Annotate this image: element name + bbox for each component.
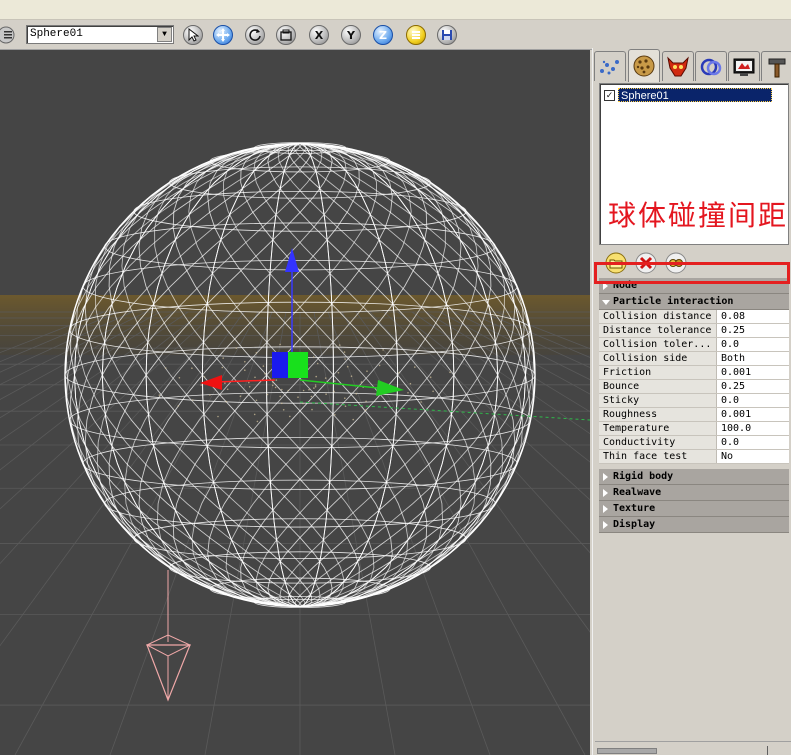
table-row[interactable]: Collision distance 0.08 xyxy=(599,310,789,324)
add-object-icon[interactable] xyxy=(605,252,627,274)
object-select-value: Sphere01 xyxy=(30,28,83,40)
title-strip xyxy=(0,0,791,20)
property-name: Sticky xyxy=(599,394,717,407)
property-grid: Node Particle interaction Collision dist… xyxy=(599,278,789,533)
3d-viewport[interactable] xyxy=(0,50,590,755)
gizmo-center-blue[interactable] xyxy=(272,352,288,378)
menu-icon[interactable] xyxy=(0,24,18,46)
gizmo-center-green[interactable] xyxy=(288,352,308,378)
list-icon[interactable] xyxy=(404,24,428,46)
interaction-tab-icon[interactable] xyxy=(695,51,727,81)
section-particle-interaction[interactable]: Particle interaction xyxy=(599,294,789,310)
property-name: Conductivity xyxy=(599,436,717,449)
property-name: Roughness xyxy=(599,408,717,421)
scale-icon[interactable] xyxy=(274,24,298,46)
save-icon[interactable] xyxy=(435,24,459,46)
table-row[interactable]: Distance tolerance 0.25 xyxy=(599,324,789,338)
delete-object-icon[interactable] xyxy=(635,252,657,274)
property-value[interactable]: Both xyxy=(717,352,789,365)
chevron-down-icon[interactable]: ▼ xyxy=(157,27,172,42)
application-window: X Y Z Sphere01 ▼ ✓ Sphere01 球体碰撞间距 Node … xyxy=(0,0,791,755)
property-value[interactable]: 0.0 xyxy=(717,394,789,407)
axis-x-icon[interactable]: X xyxy=(307,24,331,46)
section-display[interactable]: Display xyxy=(599,517,789,533)
property-value[interactable]: 100.0 xyxy=(717,422,789,435)
daemons-tab-icon[interactable] xyxy=(662,51,694,81)
property-name: Distance tolerance xyxy=(599,324,717,337)
table-row[interactable]: Roughness 0.001 xyxy=(599,408,789,422)
horizontal-scrollbar[interactable] xyxy=(595,741,791,755)
property-rows: Collision distance 0.08 Distance tolerance… xyxy=(599,310,789,464)
properties-panel: ✓ Sphere01 球体碰撞间距 Node Particle interact… xyxy=(592,48,791,755)
scrollbar-separator xyxy=(767,746,768,755)
axis-z-label: Z xyxy=(373,25,393,45)
object-select-dropdown[interactable]: Sphere01 ▼ xyxy=(26,25,174,44)
table-row[interactable]: Collision side Both xyxy=(599,352,789,366)
property-value[interactable]: No xyxy=(717,450,789,463)
list-item[interactable]: ✓ Sphere01 xyxy=(604,88,772,102)
cursor-select-icon[interactable] xyxy=(181,24,205,46)
render-tab-icon[interactable] xyxy=(728,51,760,81)
table-row[interactable]: Friction 0.001 xyxy=(599,366,789,380)
visibility-checkbox[interactable]: ✓ xyxy=(604,89,615,101)
property-value[interactable]: 0.08 xyxy=(717,310,789,323)
property-value[interactable]: 0.0 xyxy=(717,436,789,449)
axis-y-icon[interactable]: Y xyxy=(339,24,363,46)
section-texture[interactable]: Texture xyxy=(599,501,789,517)
object-list[interactable]: ✓ Sphere01 球体碰撞间距 xyxy=(599,83,789,245)
property-name: Bounce xyxy=(599,380,717,393)
list-item-label[interactable]: Sphere01 xyxy=(618,88,772,102)
section-node[interactable]: Node xyxy=(599,278,789,294)
viewport-canvas[interactable] xyxy=(0,50,590,755)
property-name: Collision distance xyxy=(599,310,717,323)
scrollbar-thumb[interactable] xyxy=(597,748,657,754)
section-rigid-body[interactable]: Rigid body xyxy=(599,469,789,485)
table-row[interactable]: Bounce 0.25 xyxy=(599,380,789,394)
particles-tab-icon[interactable] xyxy=(594,51,626,81)
tools-tab-icon[interactable] xyxy=(761,51,791,81)
link-object-icon[interactable] xyxy=(665,252,687,274)
property-value[interactable]: 0.001 xyxy=(717,408,789,421)
table-row[interactable]: Thin face test No xyxy=(599,450,789,464)
rotate-icon[interactable] xyxy=(243,24,267,46)
table-row[interactable]: Sticky 0.0 xyxy=(599,394,789,408)
axis-z-icon[interactable]: Z xyxy=(371,24,395,46)
annotation-text: 球体碰撞间距 xyxy=(608,199,789,232)
property-name: Collision side xyxy=(599,352,717,365)
axis-y-label: Y xyxy=(341,25,361,45)
property-name: Temperature xyxy=(599,422,717,435)
objects-tab-icon[interactable] xyxy=(628,49,660,82)
property-name: Thin face test xyxy=(599,450,717,463)
table-row[interactable]: Conductivity 0.0 xyxy=(599,436,789,450)
property-value[interactable]: 0.0 xyxy=(717,338,789,351)
property-value[interactable]: 0.001 xyxy=(717,366,789,379)
axis-x-label: X xyxy=(309,25,329,45)
property-value[interactable]: 0.25 xyxy=(717,324,789,337)
table-row[interactable]: Temperature 100.0 xyxy=(599,422,789,436)
table-row[interactable]: Collision toler... 0.0 xyxy=(599,338,789,352)
property-value[interactable]: 0.25 xyxy=(717,380,789,393)
property-name: Collision toler... xyxy=(599,338,717,351)
move-icon[interactable] xyxy=(211,24,235,46)
section-realwave[interactable]: Realwave xyxy=(599,485,789,501)
property-name: Friction xyxy=(599,366,717,379)
